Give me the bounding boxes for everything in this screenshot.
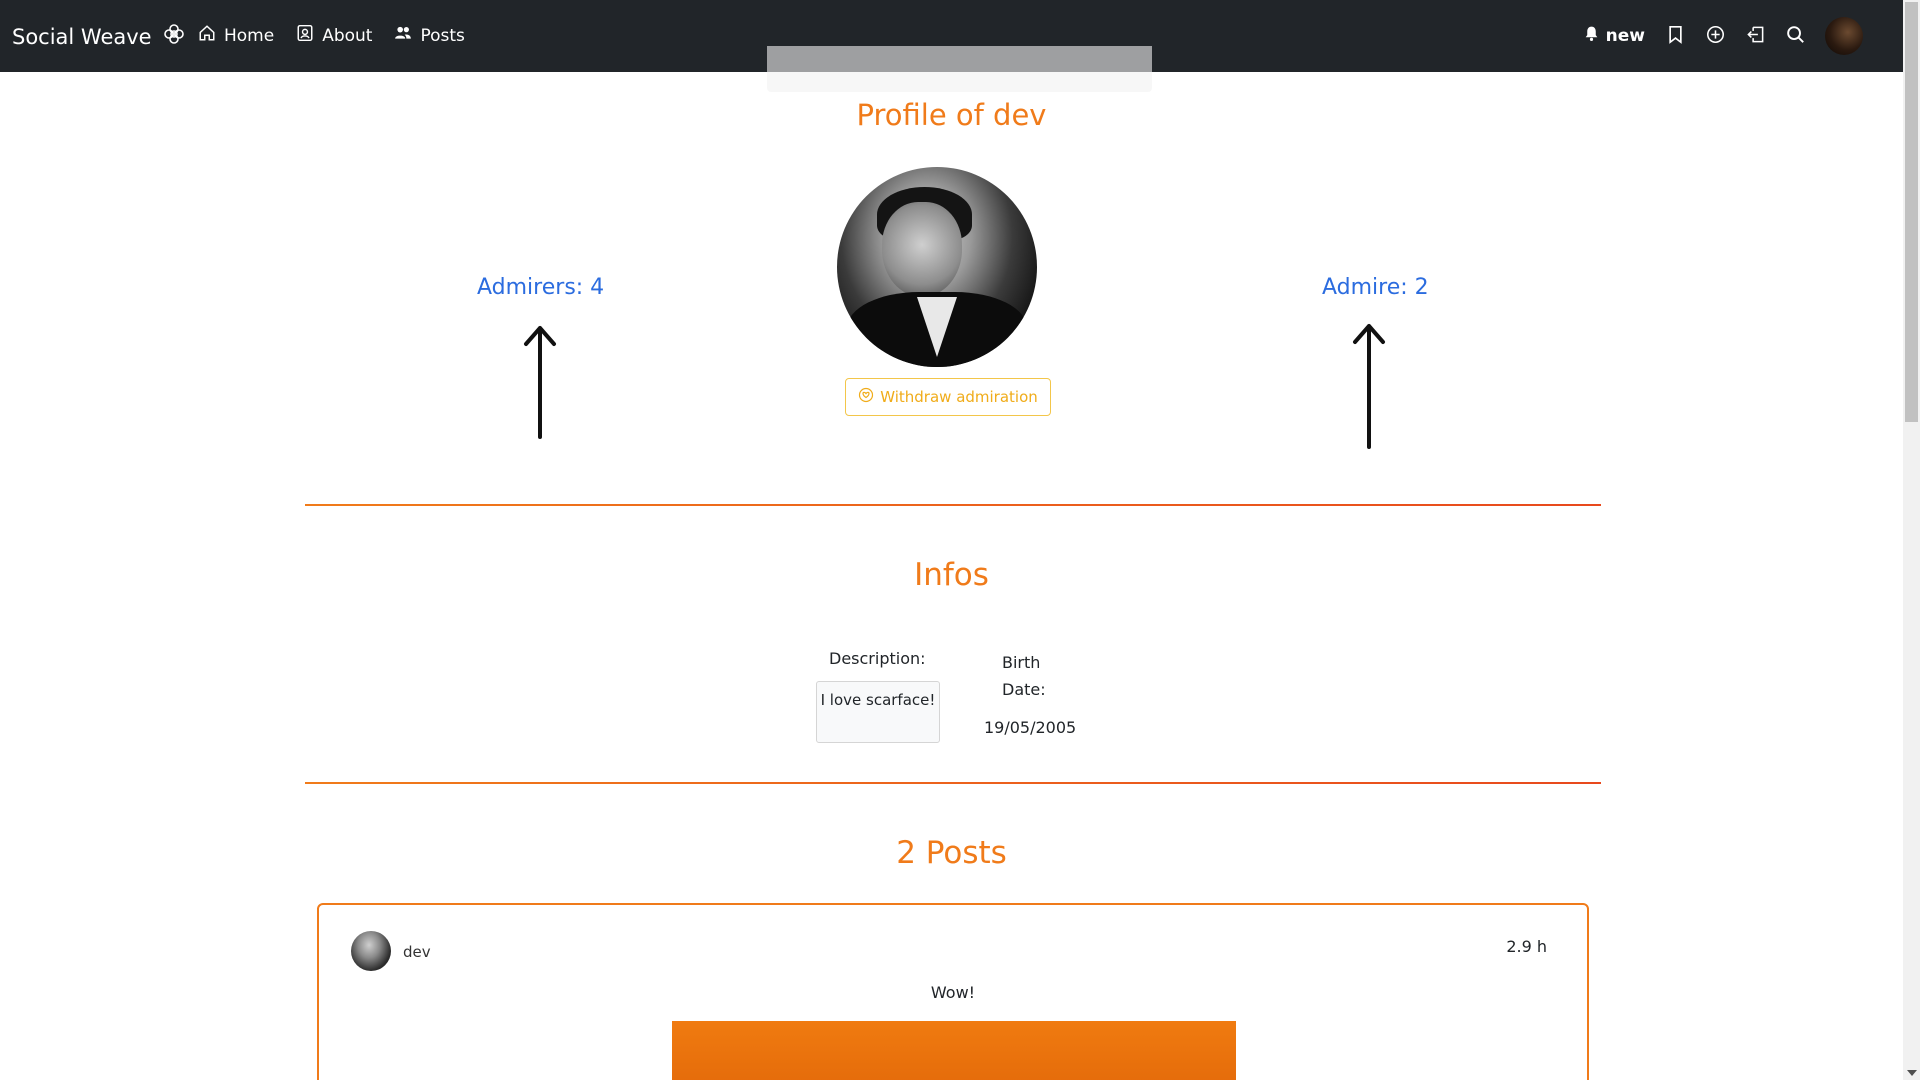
box-arrow-left-icon	[1746, 25, 1765, 48]
brand-label: Social Weave	[12, 24, 152, 49]
admirers-link[interactable]: Admirers: 4	[477, 275, 604, 300]
plus-circle-icon	[1706, 25, 1725, 48]
avatar[interactable]	[1825, 17, 1863, 55]
post-card[interactable]: dev 2.9 h Wow!	[317, 903, 1589, 1080]
notifications-label: new	[1605, 26, 1645, 46]
nav-link-label: Posts	[420, 25, 465, 46]
nav-right: new	[1583, 17, 1863, 55]
divider	[305, 504, 1601, 506]
arrow-up-icon	[1353, 324, 1385, 449]
post-image[interactable]	[672, 1021, 1236, 1080]
profile-avatar	[837, 167, 1037, 367]
bell-icon	[1583, 25, 1600, 47]
person-badge-icon	[296, 24, 314, 47]
nav-link-about[interactable]: About	[296, 24, 372, 47]
posts-title: 2 Posts	[896, 835, 1007, 871]
logout-button[interactable]	[1745, 26, 1765, 46]
scrollbar[interactable]	[1903, 0, 1920, 1080]
brand-logo-icon	[162, 22, 186, 51]
search-button[interactable]	[1785, 25, 1805, 48]
nav-link-label: Home	[224, 25, 275, 46]
page-title: Profile of dev	[856, 98, 1047, 132]
toast-overlay	[767, 46, 1152, 92]
withdraw-label: Withdraw admiration	[880, 388, 1038, 406]
description-label: Description:	[829, 649, 926, 668]
nav-links: Home About Posts	[198, 24, 465, 47]
divider	[305, 782, 1601, 784]
bookmark-button[interactable]	[1665, 25, 1685, 48]
search-icon	[1786, 25, 1805, 48]
birth-date-label: Birth Date:	[1002, 653, 1046, 699]
infos-title: Infos	[914, 557, 989, 593]
arrow-up-icon	[524, 326, 556, 439]
post-text: Wow!	[930, 983, 976, 1002]
admire-link[interactable]: Admire: 2	[1322, 275, 1429, 300]
post-author[interactable]: dev	[403, 943, 431, 961]
notifications-button[interactable]: new	[1583, 25, 1645, 47]
post-author-avatar[interactable]	[351, 931, 391, 971]
create-post-button[interactable]	[1705, 25, 1725, 48]
withdraw-admiration-button[interactable]: Withdraw admiration	[845, 378, 1051, 416]
nav-link-home[interactable]: Home	[198, 24, 274, 47]
house-icon	[198, 24, 216, 47]
nav-link-posts[interactable]: Posts	[394, 24, 465, 47]
post-timestamp: 2.9 h	[1506, 937, 1547, 956]
heart-crack-icon	[858, 387, 874, 407]
scroll-down-icon[interactable]	[1907, 1070, 1917, 1076]
nav-link-label: About	[322, 25, 373, 46]
birth-date-value: 19/05/2005	[984, 718, 1077, 737]
scrollbar-thumb[interactable]	[1905, 2, 1918, 422]
brand[interactable]: Social Weave	[12, 22, 186, 51]
bookmark-icon	[1666, 25, 1685, 48]
people-icon	[394, 24, 412, 47]
description-value: I love scarface!	[816, 681, 940, 743]
